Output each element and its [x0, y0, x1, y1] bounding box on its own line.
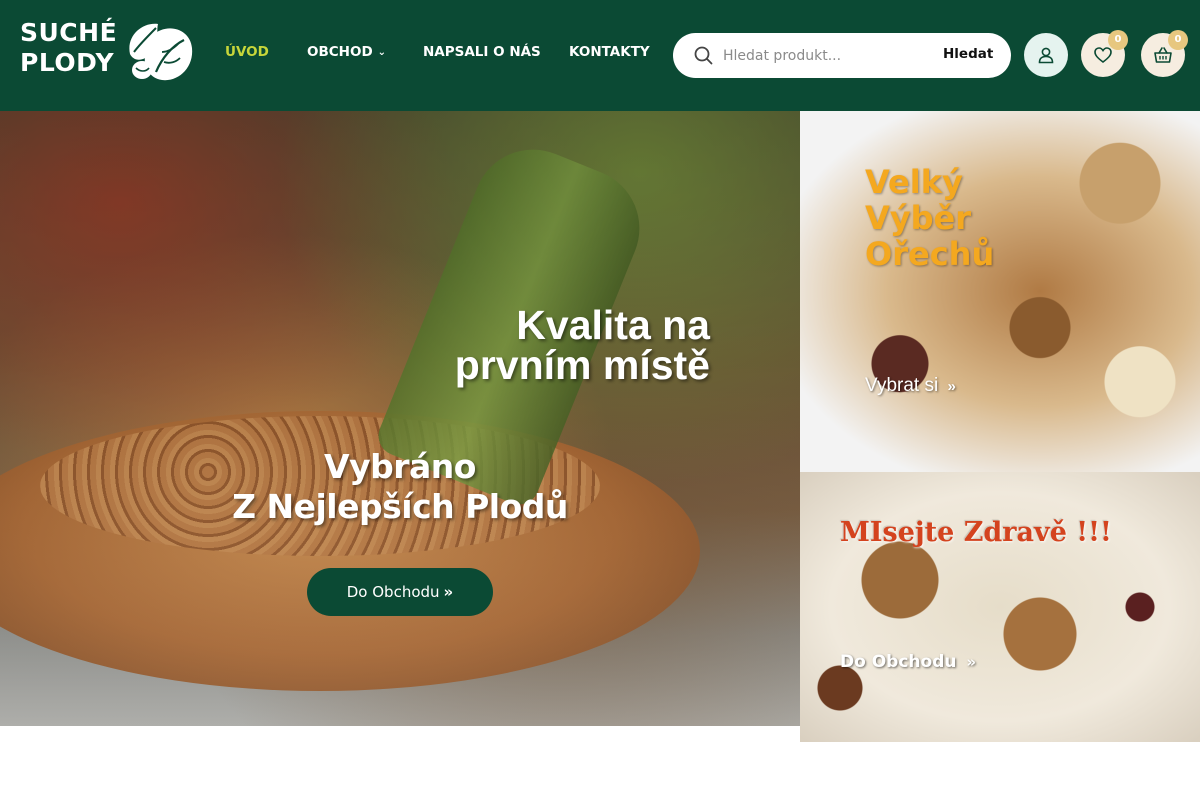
nav-label: ÚVOD	[225, 44, 269, 60]
promo-healthy-title: MIsejte Zdravě !!!	[840, 517, 1112, 548]
logo-line-2: PLODY	[20, 48, 115, 77]
nav-item-napsali-o-nas[interactable]: NAPSALI O NÁS	[423, 44, 541, 64]
account-button[interactable]	[1024, 33, 1068, 77]
hero-overlay	[0, 111, 800, 726]
promo-healthy-link[interactable]: Do Obchodu »	[840, 652, 976, 672]
hero-shop-button-label: Do Obchodu	[346, 583, 440, 601]
wishlist-count-badge: 0	[1108, 30, 1128, 50]
site-header: SUCHÉ PLODY ÚVOD OBCHOD ⌄ NAPSALI O NÁS K…	[0, 0, 1200, 111]
promo-healthy-link-label: Do Obchodu	[840, 652, 957, 672]
hero-shop-button[interactable]: Do Obchodu»	[307, 568, 493, 616]
cart-button[interactable]: 0	[1141, 30, 1188, 77]
user-icon	[1038, 47, 1054, 64]
promo-nuts-title-line-1: Velký	[865, 163, 963, 201]
nav-label: OBCHOD	[307, 44, 373, 60]
search-icon[interactable]	[693, 45, 714, 66]
promo-nuts-title-line-3: Ořechů	[865, 235, 995, 273]
wishlist-button[interactable]: 0	[1081, 30, 1128, 77]
double-chevron-right-icon: »	[443, 583, 454, 601]
site-logo[interactable]: SUCHÉ PLODY	[20, 18, 196, 84]
logo-text: SUCHÉ PLODY	[20, 18, 117, 78]
chevron-down-icon: ⌄	[377, 47, 387, 58]
heart-icon	[1094, 47, 1112, 64]
nav-item-kontakty[interactable]: KONTAKTY	[569, 44, 650, 64]
search-bar: Hledat	[673, 33, 1011, 78]
basket-icon	[1154, 47, 1172, 63]
hero-subtitle: Vybráno Z Nejlepších Plodů	[200, 447, 600, 527]
hero-subtitle-line-2: Z Nejlepších Plodů	[232, 487, 568, 526]
hero-banner: Kvalita na prvním místě Vybráno Z Nejlep…	[0, 111, 800, 726]
hero-title: Kvalita na prvním místě	[290, 302, 710, 388]
promo-nuts-title: Velký Výběr Ořechů	[865, 164, 1065, 272]
promo-nuts-title-line-2: Výběr	[865, 199, 972, 237]
double-chevron-right-icon: »	[947, 378, 956, 395]
search-button[interactable]: Hledat	[943, 46, 993, 62]
cart-count-badge: 0	[1168, 30, 1188, 50]
hero-title-line-2: prvním místě	[454, 342, 710, 388]
hero-title-line-1: Kvalita na	[516, 302, 710, 348]
promo-nuts-banner[interactable]: Velký Výběr Ořechů Vybrat si »	[800, 111, 1200, 472]
logo-line-1: SUCHÉ	[20, 18, 118, 47]
promo-nuts-link[interactable]: Vybrat si »	[865, 375, 956, 397]
nav-label: KONTAKTY	[569, 44, 650, 60]
nav-label: NAPSALI O NÁS	[423, 44, 541, 60]
nav-item-obchod[interactable]: OBCHOD ⌄	[307, 44, 386, 64]
leaf-nut-icon	[129, 23, 193, 81]
search-input[interactable]	[723, 43, 923, 68]
nav-item-uvod[interactable]: ÚVOD	[225, 44, 269, 64]
double-chevron-right-icon: »	[966, 653, 977, 671]
hero-subtitle-line-1: Vybráno	[324, 447, 476, 486]
promo-healthy-banner[interactable]: MIsejte Zdravě !!! Do Obchodu »	[800, 472, 1200, 742]
promo-nuts-link-label: Vybrat si	[865, 375, 939, 396]
